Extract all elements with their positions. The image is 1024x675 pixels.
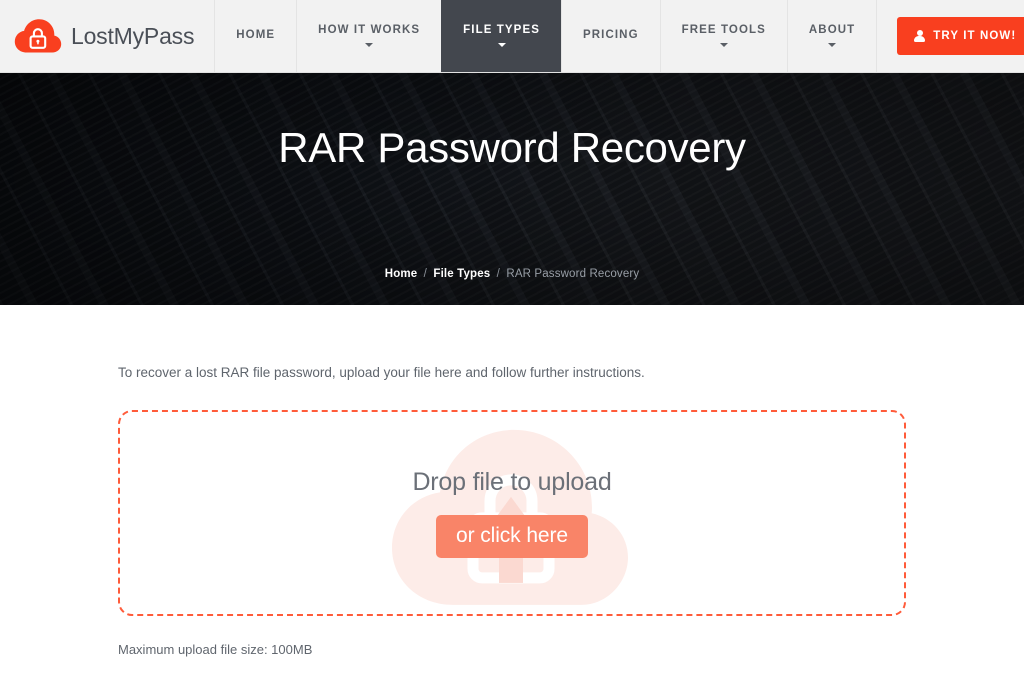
chevron-down-icon: [828, 43, 837, 48]
nav-item-label: FILE TYPES: [463, 23, 540, 36]
breadcrumb-separator: /: [423, 268, 428, 280]
or-click-here-button[interactable]: or click here: [436, 515, 588, 559]
page-title: RAR Password Recovery: [278, 124, 746, 171]
main-navigation: HOME HOW IT WORKS FILE TYPES PRICING FRE…: [214, 0, 878, 72]
nav-item-label: FREE TOOLS: [681, 23, 766, 36]
nav-item-pricing[interactable]: PRICING: [561, 0, 660, 72]
nav-item-label: PRICING: [583, 29, 639, 42]
try-it-now-button[interactable]: TRY IT NOW!: [897, 17, 1024, 55]
cloud-lock-icon: [14, 17, 62, 55]
nav-item-file-types[interactable]: FILE TYPES: [441, 0, 561, 72]
breadcrumb-item-home[interactable]: Home: [385, 268, 418, 280]
brand-name: LostMyPass: [71, 22, 195, 49]
breadcrumb-item-current: RAR Password Recovery: [506, 268, 640, 280]
try-it-now-label: TRY IT NOW!: [933, 30, 1017, 42]
nav-item-how-it-works[interactable]: HOW IT WORKS: [296, 0, 441, 72]
hero-banner: RAR Password Recovery Home / File Types …: [0, 73, 1024, 305]
file-dropzone[interactable]: Drop file to upload or click here: [118, 410, 906, 617]
nav-item-label: HOME: [236, 29, 276, 42]
nav-item-free-tools[interactable]: FREE TOOLS: [659, 0, 787, 72]
nav-item-label: ABOUT: [808, 23, 856, 36]
chevron-down-icon: [365, 43, 374, 48]
main-content: To recover a lost RAR file password, upl…: [0, 305, 1024, 658]
nav-item-home[interactable]: HOME: [214, 0, 296, 72]
chevron-down-icon: [497, 43, 506, 48]
content-container: To recover a lost RAR file password, upl…: [118, 305, 906, 657]
max-upload-size-text: Maximum upload file size: 100MB: [118, 642, 313, 658]
nav-item-about[interactable]: ABOUT: [786, 0, 878, 72]
hero-content: RAR Password Recovery Home / File Types …: [0, 73, 1024, 305]
intro-paragraph: To recover a lost RAR file password, upl…: [118, 365, 645, 380]
dropzone-instruction: Drop file to upload: [412, 468, 612, 497]
brand-logo-link[interactable]: LostMyPass: [0, 0, 214, 72]
breadcrumb-item-file-types[interactable]: File Types: [433, 268, 490, 280]
site-header: LostMyPass HOME HOW IT WORKS FILE TYPES …: [0, 0, 1024, 73]
cta-container: TRY IT NOW!: [877, 0, 1024, 72]
nav-item-label: HOW IT WORKS: [318, 23, 421, 36]
chevron-down-icon: [719, 43, 728, 48]
breadcrumb-separator: /: [496, 268, 500, 280]
user-icon: [914, 30, 926, 42]
breadcrumb: Home / File Types / RAR Password Recover…: [0, 268, 1024, 280]
